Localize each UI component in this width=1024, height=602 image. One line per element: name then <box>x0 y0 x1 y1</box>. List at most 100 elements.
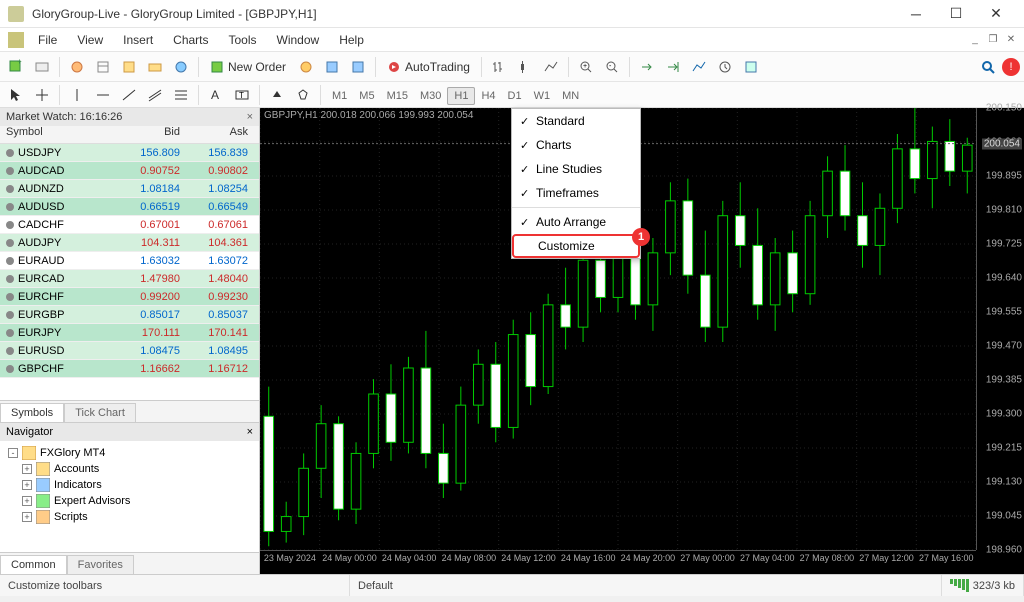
expert-button[interactable] <box>320 55 344 79</box>
bar-chart-button[interactable] <box>487 55 511 79</box>
timeframe-M5[interactable]: M5 <box>353 88 380 104</box>
symbol-row-EURCAD[interactable]: EURCAD1.479801.48040 <box>0 270 259 288</box>
menu-insert[interactable]: Insert <box>113 31 163 49</box>
strategy-tester-button[interactable] <box>169 55 193 79</box>
trendline-button[interactable] <box>117 83 141 107</box>
doc-restore-button[interactable]: ❐ <box>984 34 1002 45</box>
nav-expert-advisors[interactable]: +Expert Advisors <box>4 493 255 509</box>
symbol-row-AUDCAD[interactable]: AUDCAD0.907520.90802 <box>0 162 259 180</box>
symbol-row-EURAUD[interactable]: EURAUD1.630321.63072 <box>0 252 259 270</box>
tab-symbols[interactable]: Symbols <box>0 403 64 422</box>
symbol-row-CADCHF[interactable]: CADCHF0.670010.67061 <box>0 216 259 234</box>
timeframe-M15[interactable]: M15 <box>381 88 414 104</box>
fibonacci-button[interactable] <box>169 83 193 107</box>
menu-charts[interactable]: Charts <box>163 31 218 49</box>
ctx-customize[interactable]: Customize1 <box>512 234 640 258</box>
maximize-button[interactable]: ☐ <box>936 0 976 28</box>
candle-chart-button[interactable] <box>513 55 537 79</box>
new-chart-button[interactable]: + <box>4 55 28 79</box>
tab-common[interactable]: Common <box>0 555 67 574</box>
check-icon: ✓ <box>520 139 536 152</box>
vertical-line-button[interactable] <box>65 83 89 107</box>
expand-icon[interactable]: + <box>22 496 32 506</box>
nav-scripts[interactable]: +Scripts <box>4 509 255 525</box>
market-watch-button[interactable] <box>65 55 89 79</box>
nav-indicators[interactable]: +Indicators <box>4 477 255 493</box>
ctx-auto-arrange[interactable]: ✓Auto Arrange <box>512 210 640 234</box>
channel-button[interactable] <box>143 83 167 107</box>
symbol-row-GBPCHF[interactable]: GBPCHF1.166621.16712 <box>0 360 259 378</box>
terminal-button[interactable] <box>143 55 167 79</box>
symbol-row-EURJPY[interactable]: EURJPY170.111170.141 <box>0 324 259 342</box>
col-ask[interactable]: Ask <box>180 126 254 143</box>
line-chart-button[interactable] <box>539 55 563 79</box>
arrows-button[interactable] <box>265 83 289 107</box>
search-button[interactable] <box>976 55 1000 79</box>
menu-view[interactable]: View <box>67 31 113 49</box>
navigator-button[interactable] <box>117 55 141 79</box>
timeframe-W1[interactable]: W1 <box>528 88 557 104</box>
doc-close-button[interactable]: ✕ <box>1002 34 1020 45</box>
timeframe-H1[interactable]: H1 <box>447 87 475 105</box>
symbol-row-USDJPY[interactable]: USDJPY156.809156.839 <box>0 144 259 162</box>
notification-badge[interactable]: ! <box>1002 58 1020 76</box>
indicators-button[interactable] <box>687 55 711 79</box>
symbol-row-EURGBP[interactable]: EURGBP0.850170.85037 <box>0 306 259 324</box>
crosshair-button[interactable] <box>30 83 54 107</box>
text-button[interactable]: A <box>204 83 228 107</box>
col-symbol[interactable]: Symbol <box>0 126 100 143</box>
symbol-row-AUDNZD[interactable]: AUDNZD1.081841.08254 <box>0 180 259 198</box>
symbol-row-AUDJPY[interactable]: AUDJPY104.311104.361 <box>0 234 259 252</box>
timeframe-M30[interactable]: M30 <box>414 88 447 104</box>
symbol-row-AUDUSD[interactable]: AUDUSD0.665190.66549 <box>0 198 259 216</box>
menu-help[interactable]: Help <box>329 31 374 49</box>
shapes-button[interactable] <box>291 83 315 107</box>
auto-trading-button[interactable]: AutoTrading <box>381 58 476 76</box>
periodicity-button[interactable] <box>713 55 737 79</box>
timeframe-M1[interactable]: M1 <box>326 88 353 104</box>
symbol-row-EURUSD[interactable]: EURUSD1.084751.08495 <box>0 342 259 360</box>
status-profile: Default <box>350 575 942 596</box>
horizontal-line-button[interactable] <box>91 83 115 107</box>
chart-area[interactable]: GBPJPY,H1 200.018 200.066 199.993 200.05… <box>260 108 1024 574</box>
col-bid[interactable]: Bid <box>100 126 180 143</box>
templates-button[interactable] <box>739 55 763 79</box>
doc-minimize-button[interactable]: _ <box>966 34 984 45</box>
new-order-button[interactable]: New Order <box>204 58 292 76</box>
close-button[interactable]: ✕ <box>976 0 1016 28</box>
nav-root[interactable]: - FXGlory MT4 <box>4 445 255 461</box>
auto-scroll-button[interactable] <box>635 55 659 79</box>
price-tick: 199.895 <box>986 171 1022 182</box>
market-watch-close-icon[interactable]: × <box>247 111 253 123</box>
collapse-icon[interactable]: - <box>8 448 18 458</box>
expand-icon[interactable]: + <box>22 464 32 474</box>
timeframe-MN[interactable]: MN <box>556 88 585 104</box>
expand-icon[interactable]: + <box>22 512 32 522</box>
zoom-in-button[interactable]: + <box>574 55 598 79</box>
menu-file[interactable]: File <box>28 31 67 49</box>
zoom-out-button[interactable]: - <box>600 55 624 79</box>
options-button[interactable] <box>346 55 370 79</box>
profiles-button[interactable] <box>30 55 54 79</box>
ctx-timeframes[interactable]: ✓Timeframes <box>512 181 640 205</box>
symbol-row-EURCHF[interactable]: EURCHF0.992000.99230 <box>0 288 259 306</box>
ctx-line-studies[interactable]: ✓Line Studies <box>512 157 640 181</box>
tab-tick-chart[interactable]: Tick Chart <box>64 403 136 422</box>
metaquotes-button[interactable] <box>294 55 318 79</box>
chart-shift-button[interactable] <box>661 55 685 79</box>
text-label-button[interactable]: T <box>230 83 254 107</box>
menu-tools[interactable]: Tools <box>219 31 267 49</box>
symbol-status-icon <box>6 329 14 337</box>
timeframe-D1[interactable]: D1 <box>502 88 528 104</box>
timeframe-H4[interactable]: H4 <box>475 88 501 104</box>
ctx-charts[interactable]: ✓Charts <box>512 133 640 157</box>
navigator-close-icon[interactable]: × <box>247 426 253 438</box>
ctx-standard[interactable]: ✓Standard <box>512 109 640 133</box>
data-window-button[interactable] <box>91 55 115 79</box>
menu-window[interactable]: Window <box>267 31 330 49</box>
expand-icon[interactable]: + <box>22 480 32 490</box>
tab-favorites[interactable]: Favorites <box>67 555 134 574</box>
minimize-button[interactable]: ─ <box>896 0 936 28</box>
nav-accounts[interactable]: +Accounts <box>4 461 255 477</box>
cursor-button[interactable] <box>4 83 28 107</box>
